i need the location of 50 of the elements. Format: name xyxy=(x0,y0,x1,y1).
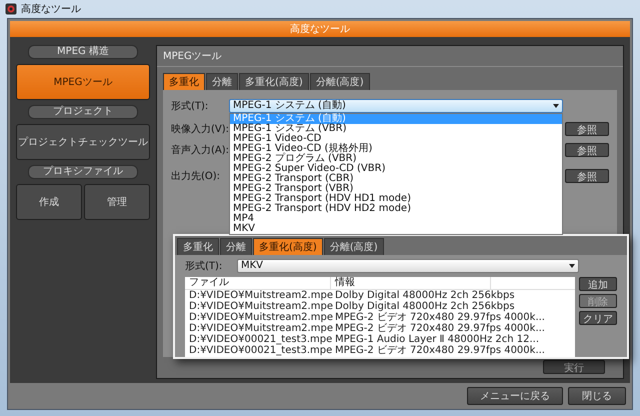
tab[interactable]: 分離(高度) xyxy=(310,73,370,90)
column-header[interactable]: ファイル xyxy=(185,277,331,289)
field-label: 形式(T): xyxy=(171,100,210,113)
tab[interactable]: 多重化 xyxy=(177,238,219,255)
format-dropdown[interactable]: MPEG-1 システム (自動) xyxy=(229,99,563,113)
browse-button[interactable]: 参照 xyxy=(565,169,609,183)
table-cell-text: MPEG-2 ビデオ 720x480 29.97fps 4000k... xyxy=(334,312,546,323)
tab[interactable]: 多重化 xyxy=(163,73,205,90)
section-label: プロジェクト xyxy=(28,105,138,119)
tab[interactable]: 分離 xyxy=(220,238,252,255)
browse-button[interactable]: 参照 xyxy=(565,143,609,157)
table-cell-text: D:¥VIDEO¥00021_test3.mpe xyxy=(188,334,334,345)
field-label: 映像入力(V): xyxy=(171,122,227,136)
sidebar-button[interactable]: 管理 xyxy=(84,184,150,220)
sidebar-button[interactable]: MPEGツール xyxy=(16,64,150,100)
caret-icon xyxy=(569,264,575,268)
caret-icon xyxy=(553,104,559,108)
table-cell-text: D:¥VIDEO¥Muitstream2.mpe xyxy=(188,312,334,323)
panel-title: MPEGツール xyxy=(157,46,623,67)
footer-button[interactable]: メニューに戻る xyxy=(467,387,563,405)
tab[interactable]: 分離(高度) xyxy=(324,238,384,255)
table-cell-text: D:¥VIDEO¥Muitstream2.mpe xyxy=(188,290,334,301)
browse-button[interactable]: 参照 xyxy=(565,122,609,136)
table-cell-text: MPEG-1 Audio Layer Ⅱ 48000Hz 2ch 12... xyxy=(334,334,540,345)
tab[interactable]: 多重化(高度) xyxy=(239,73,309,90)
tab[interactable]: 分離 xyxy=(206,73,238,90)
table-cell-text: D:¥VIDEO¥00021_test3.mpe xyxy=(188,345,334,356)
list-button[interactable]: クリア xyxy=(579,311,617,325)
footer-button[interactable]: 閉じる xyxy=(568,387,626,405)
section-label: プロキシファイル xyxy=(28,165,138,179)
run-button[interactable]: 実行 xyxy=(543,360,605,374)
field-label: 形式(T): xyxy=(185,260,224,273)
tab[interactable]: 多重化(高度) xyxy=(253,238,323,255)
list-button[interactable]: 追加 xyxy=(579,277,617,291)
sidebar-button[interactable]: 作成 xyxy=(16,184,82,220)
table-cell-text: D:¥VIDEO¥Muitstream2.mpe xyxy=(188,301,334,312)
app-icon xyxy=(5,3,17,15)
field-label: 出力先(O): xyxy=(171,170,222,183)
table-cell-text: Dolby Digital 48000Hz 2ch 256kbps xyxy=(334,301,516,312)
section-label: MPEG 構造 xyxy=(28,45,138,59)
sidebar-button[interactable]: プロジェクトチェックツール xyxy=(16,124,150,160)
window-title: 高度なツール xyxy=(21,2,81,16)
table-cell-text: D:¥VIDEO¥Muitstream2.mpe xyxy=(188,323,334,334)
column-header[interactable]: 情報 xyxy=(331,277,491,289)
format-dropdown[interactable]: MKV xyxy=(237,259,579,273)
table-cell-text: Dolby Digital 48000Hz 2ch 256kbps xyxy=(334,290,516,301)
field-label: 音声入力(A): xyxy=(171,144,227,157)
table-cell-text: MPEG-2 ビデオ 720x480 29.97fps 4000k... xyxy=(334,345,546,356)
header-bar: 高度なツール xyxy=(10,21,630,37)
table-cell-text: MPEG-2 ビデオ 720x480 29.97fps 4000k... xyxy=(334,323,546,334)
